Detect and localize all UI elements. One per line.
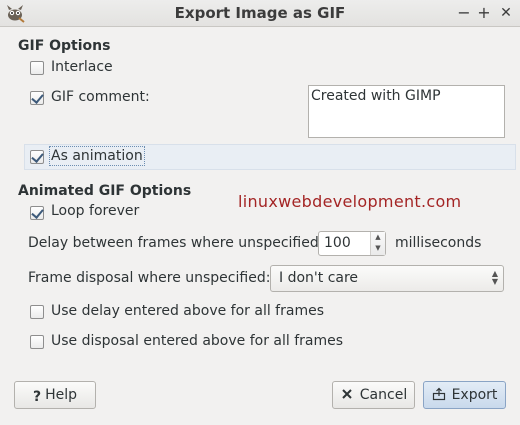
- watermark-text: linuxwebdevelopment.com: [238, 192, 462, 211]
- window-title: Export Image as GIF: [174, 4, 346, 22]
- cancel-button[interactable]: Cancel: [332, 381, 415, 409]
- disposal-label: Frame disposal where unspecified:: [28, 270, 271, 286]
- maximize-button[interactable]: +: [475, 3, 493, 23]
- disposal-value: I don't care: [279, 270, 359, 286]
- export-icon: [432, 387, 445, 401]
- delay-spinbutton[interactable]: 100 ▲ ▼: [318, 231, 386, 256]
- export-gif-dialog: Export Image as GIF − + ✕ GIF Options In…: [0, 0, 520, 425]
- animated-gif-options-heading: Animated GIF Options: [18, 183, 192, 199]
- minimize-button[interactable]: −: [455, 3, 473, 23]
- as-animation-label[interactable]: As animation: [49, 146, 145, 166]
- help-button-label: Help: [45, 387, 78, 403]
- delay-unit-label: milliseconds: [395, 235, 482, 251]
- loop-forever-label[interactable]: Loop forever: [51, 203, 139, 219]
- title-bar: Export Image as GIF − + ✕: [0, 0, 520, 27]
- export-button[interactable]: Export: [423, 381, 506, 409]
- export-button-label: Export: [451, 387, 498, 403]
- gif-options-heading: GIF Options: [18, 38, 111, 54]
- x-icon: [342, 389, 352, 399]
- use-disposal-all-label[interactable]: Use disposal entered above for all frame…: [51, 333, 343, 349]
- interlace-checkbox[interactable]: [30, 61, 44, 75]
- combo-arrows-icon: ▲ ▼: [491, 269, 498, 286]
- disposal-combobox[interactable]: I don't care ▲ ▼: [270, 265, 504, 292]
- spin-arrows-icon[interactable]: ▲ ▼: [370, 232, 385, 255]
- cancel-button-label: Cancel: [359, 387, 408, 403]
- delay-label: Delay between frames where unspecified:: [28, 235, 324, 251]
- gif-comment-checkbox[interactable]: [30, 91, 44, 105]
- close-button[interactable]: ✕: [497, 3, 515, 23]
- use-delay-all-label[interactable]: Use delay entered above for all frames: [51, 303, 324, 319]
- interlace-label[interactable]: Interlace: [51, 59, 113, 75]
- help-button[interactable]: ? Help: [14, 381, 96, 409]
- use-delay-all-checkbox[interactable]: [30, 305, 44, 319]
- as-animation-checkbox[interactable]: [30, 150, 44, 164]
- gif-comment-textarea[interactable]: Created with GIMP: [308, 85, 505, 138]
- loop-forever-checkbox[interactable]: [30, 206, 44, 220]
- use-disposal-all-checkbox[interactable]: [30, 335, 44, 349]
- question-icon: ?: [32, 389, 42, 405]
- delay-value[interactable]: 100: [324, 235, 351, 251]
- gif-comment-label[interactable]: GIF comment:: [51, 89, 150, 105]
